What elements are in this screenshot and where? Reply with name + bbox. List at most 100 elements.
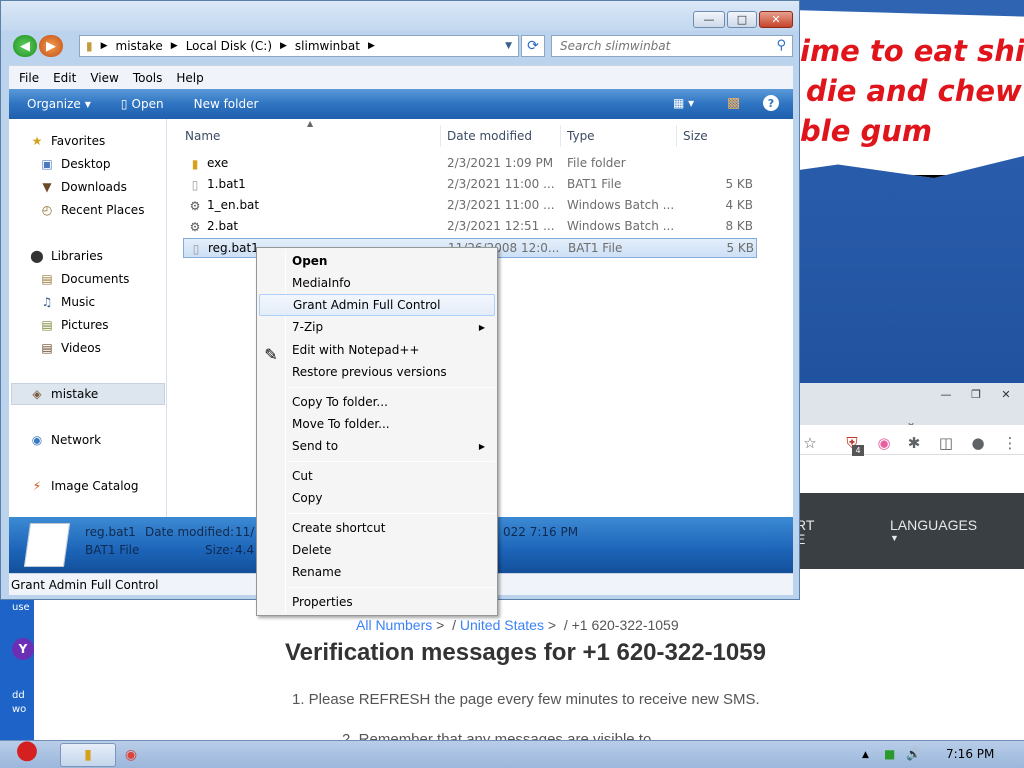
file-row[interactable]: ▮ exe 2/3/2021 1:09 PM File folder <box>183 154 757 174</box>
back-arrow-icon[interactable]: ◀ <box>13 35 37 57</box>
new-folder-button[interactable]: New folder <box>194 97 259 111</box>
menu-item-notepad[interactable]: Edit with Notepad++ <box>259 339 495 361</box>
nav-mistake[interactable]: ◈ mistake <box>29 384 98 404</box>
file-name: exe <box>207 156 229 170</box>
menu-item-create-shortcut[interactable]: Create shortcut <box>259 517 495 539</box>
side-panel-icon[interactable]: ◫ <box>936 433 956 453</box>
browser-restore-button[interactable]: ❐ <box>962 385 990 403</box>
help-icon[interactable]: ? <box>763 95 779 111</box>
refresh-icon[interactable]: ⟳ <box>521 35 545 57</box>
nav-network[interactable]: ◉ Network <box>29 430 101 450</box>
extension-flag-icon[interactable]: ◉ <box>874 433 894 453</box>
file-row[interactable]: ⚙ 2.bat 2/3/2021 12:51 ... Windows Batch… <box>183 217 757 237</box>
column-header-type[interactable]: Type <box>561 125 677 147</box>
document-icon: ▯ <box>120 97 128 111</box>
menu-help[interactable]: Help <box>176 71 203 85</box>
desktop-icon-label[interactable]: use <box>12 602 30 613</box>
organize-button[interactable]: Organize ▼ <box>27 97 91 111</box>
address-segment[interactable]: Local Disk (C:) <box>186 39 272 53</box>
taskbar-explorer-button[interactable]: ▮ <box>60 743 116 767</box>
extensions-puzzle-icon[interactable]: ✱ <box>904 433 924 453</box>
menu-item-properties[interactable]: Properties <box>259 591 495 613</box>
file-date: 2/3/2021 11:00 ... <box>447 198 555 212</box>
menu-item-grant-admin[interactable]: Grant Admin Full Control <box>259 294 495 316</box>
nav-documents[interactable]: ▤ Documents <box>39 269 129 289</box>
menu-item-open[interactable]: Open <box>259 250 495 272</box>
view-options-icon[interactable]: ▦ ▾ <box>673 96 694 110</box>
menu-item-7zip[interactable]: 7-Zip ▶ <box>259 316 495 338</box>
star-icon: ★ <box>31 134 43 148</box>
nav-music[interactable]: ♫ Music <box>39 292 96 312</box>
close-button[interactable]: ✕ <box>759 11 793 28</box>
clock[interactable]: 7:16 PM <box>946 747 994 761</box>
file-date: 2/3/2021 1:09 PM <box>447 156 554 170</box>
file-row[interactable]: ⚙ 1_en.bat 2/3/2021 11:00 ... Windows Ba… <box>183 196 757 216</box>
preview-pane-icon[interactable]: ▩ <box>727 95 740 111</box>
browser-close-button[interactable]: ✕ <box>992 385 1020 403</box>
nav-image-catalog[interactable]: ⚡ Image Catalog <box>29 476 139 496</box>
minimize-button[interactable]: — <box>693 11 725 28</box>
folder-icon: ▮ <box>86 39 93 53</box>
column-header-date[interactable]: Date modified <box>441 125 561 147</box>
menu-view[interactable]: View <box>90 71 118 85</box>
menu-item-rename[interactable]: Rename <box>259 561 495 583</box>
menu-item-send-to[interactable]: Send to ▶ <box>259 435 495 457</box>
nav-videos[interactable]: ▤ Videos <box>39 338 101 358</box>
file-row[interactable]: ▯ 1.bat1 2/3/2021 11:00 ... BAT1 File 5 … <box>183 175 757 195</box>
tray-expand-icon[interactable]: ▲ <box>862 750 869 760</box>
menu-item-mediainfo[interactable]: MediaInfo <box>259 272 495 294</box>
image-catalog-icon: ⚡ <box>32 479 42 493</box>
forward-arrow-icon[interactable]: ▶ <box>39 35 63 57</box>
taskbar-chrome-button[interactable]: ◉ <box>120 743 142 767</box>
music-icon: ♫ <box>41 295 53 309</box>
menu-item-copy[interactable]: Copy <box>259 487 495 509</box>
chrome-icon: ◉ <box>124 747 138 763</box>
nav-pictures[interactable]: ▤ Pictures <box>39 315 108 335</box>
nav-favorites[interactable]: ★ Favorites <box>29 131 106 151</box>
menu-item-restore[interactable]: Restore previous versions <box>259 361 495 383</box>
menu-item-label: 7-Zip <box>292 320 324 334</box>
menu-item-delete[interactable]: Delete <box>259 539 495 561</box>
address-dropdown-icon[interactable]: ▼ <box>505 41 512 51</box>
start-button-angry-bird-icon[interactable]: ● <box>4 731 50 768</box>
nav-downloads[interactable]: ▼ Downloads <box>39 177 127 197</box>
column-header-size[interactable]: Size <box>677 125 755 147</box>
address-segment[interactable]: slimwinbat <box>295 39 360 53</box>
search-input[interactable] <box>560 36 770 56</box>
bookmark-star-icon[interactable]: ☆ <box>800 433 820 453</box>
menu-item-label: Restore previous versions <box>292 365 447 379</box>
yahoo-icon[interactable]: Y <box>12 638 34 660</box>
nav-desktop[interactable]: ▣ Desktop <box>39 154 110 174</box>
crumb-united-states[interactable]: United States <box>460 617 544 633</box>
open-label: Open <box>131 97 164 111</box>
menu-file[interactable]: File <box>19 71 39 85</box>
menu-item-copy-to[interactable]: Copy To folder... <box>259 391 495 413</box>
menu-item-cut[interactable]: Cut <box>259 465 495 487</box>
nav-recent-places[interactable]: ◴ Recent Places <box>39 200 145 220</box>
menu-item-label: Copy To folder... <box>292 395 388 409</box>
menu-separator <box>287 461 495 462</box>
address-segment[interactable]: mistake <box>116 39 163 53</box>
context-menu: Open MediaInfo Grant Admin Full Control … <box>256 247 498 616</box>
network-tray-icon[interactable]: ■ <box>884 747 895 761</box>
crumb-all-numbers[interactable]: All Numbers <box>356 617 432 633</box>
menu-item-move-to[interactable]: Move To folder... <box>259 413 495 435</box>
open-button[interactable]: ▯ Open <box>121 97 164 111</box>
details-file-name: reg.bat1 <box>85 525 136 539</box>
volume-icon[interactable]: 🔊 <box>906 747 921 761</box>
column-header-name[interactable]: Name <box>179 125 441 147</box>
browser-menu-icon[interactable]: ⋮ <box>1000 433 1020 453</box>
search-icon[interactable]: ⚲ <box>776 38 786 53</box>
profile-avatar-icon[interactable]: ● <box>968 433 988 453</box>
menu-tools[interactable]: Tools <box>133 71 163 85</box>
desktop-icon-label[interactable]: dd <box>12 690 25 701</box>
search-box[interactable]: ⚲ <box>551 35 793 57</box>
menu-edit[interactable]: Edit <box>53 71 76 85</box>
libraries-icon: ⬤ <box>30 249 44 263</box>
desktop-icon-label[interactable]: wo <box>12 704 26 715</box>
browser-minimize-button[interactable]: — <box>932 385 960 403</box>
nav-item-languages[interactable]: LANGUAGES <box>890 517 977 533</box>
address-bar[interactable]: ▮ ▶ mistake ▶ Local Disk (C:) ▶ slimwinb… <box>79 35 519 57</box>
maximize-button[interactable]: □ <box>727 11 757 28</box>
nav-libraries[interactable]: ⬤ Libraries <box>29 246 103 266</box>
